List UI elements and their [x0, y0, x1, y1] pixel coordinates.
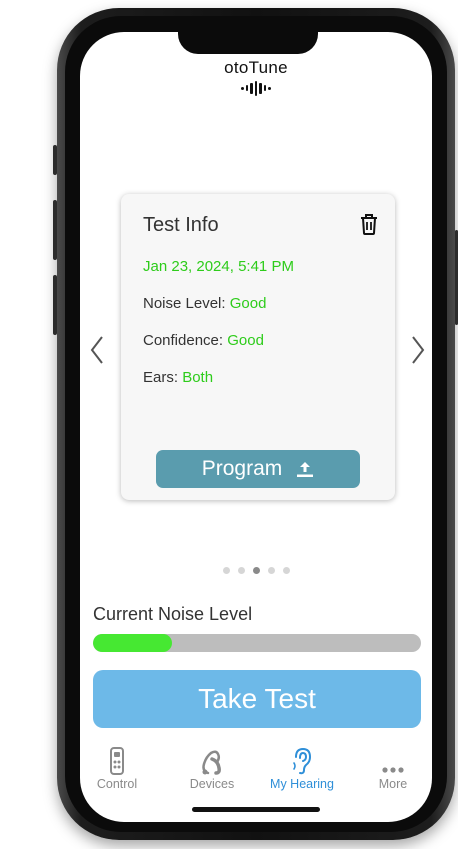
previous-arrow-icon[interactable] — [89, 334, 105, 366]
tab-devices[interactable]: Devices — [172, 745, 252, 791]
app-logo: otoTune — [80, 58, 432, 96]
more-dots-icon — [382, 767, 404, 773]
page-dot[interactable] — [267, 567, 275, 574]
side-button-silent — [53, 145, 57, 175]
side-button-volume-up — [53, 200, 57, 260]
confidence-label: Confidence: — [143, 332, 224, 349]
noise-level-row: Noise Level: Good — [143, 295, 266, 312]
ears-value: Both — [182, 369, 214, 386]
hearing-aid-remote-icon — [110, 747, 124, 775]
notch — [178, 32, 318, 54]
tab-my-hearing-label: My Hearing — [270, 777, 334, 791]
test-info-card: Test Info Jan 23, 2024, 5:41 PM Noise Le… — [121, 194, 395, 500]
take-test-label: Take Test — [198, 683, 316, 714]
program-button-label: Program — [201, 457, 283, 480]
upload-icon — [297, 462, 314, 477]
tab-devices-label: Devices — [189, 777, 235, 791]
confidence-value: Good — [227, 332, 264, 349]
app-logo-text: otoTune — [224, 58, 288, 77]
tab-control[interactable]: Control — [80, 745, 157, 791]
noise-level-label: Noise Level: — [143, 295, 226, 312]
side-button-volume-down — [53, 275, 57, 335]
noise-level-fill — [93, 634, 172, 652]
tab-my-hearing[interactable]: My Hearing — [262, 745, 342, 791]
bottom-tab-bar: Control Devices My Hearing More — [80, 745, 432, 795]
home-indicator[interactable] — [192, 807, 320, 812]
page-dot-active[interactable] — [252, 567, 260, 574]
next-arrow-icon[interactable] — [410, 334, 426, 366]
sound-wave-logo-icon — [80, 80, 432, 96]
trash-icon[interactable] — [359, 212, 379, 236]
pagination-dots — [80, 567, 432, 574]
confidence-row: Confidence: Good — [143, 332, 264, 349]
noise-level-bar — [93, 634, 421, 652]
card-title: Test Info — [143, 214, 219, 236]
page-dot[interactable] — [282, 567, 290, 574]
noise-level-value: Good — [229, 295, 267, 312]
hearing-aid-device-icon — [202, 750, 221, 775]
tab-more[interactable]: More — [353, 745, 432, 791]
tab-control-label: Control — [96, 777, 138, 791]
page-dot[interactable] — [222, 567, 230, 574]
test-date: Jan 23, 2024, 5:41 PM — [143, 258, 294, 275]
ears-row: Ears: Both — [143, 369, 213, 386]
ears-label: Ears: — [143, 369, 179, 386]
tab-more-label: More — [378, 777, 408, 791]
page-dot[interactable] — [237, 567, 245, 574]
current-noise-label: Current Noise Level — [93, 604, 253, 624]
take-test-button[interactable]: Take Test — [93, 670, 421, 728]
ear-icon — [293, 747, 312, 775]
program-button[interactable]: Program — [156, 450, 360, 488]
app-screen: otoTune Test Info Jan 23, 2024, 5:41 PM … — [80, 32, 432, 822]
